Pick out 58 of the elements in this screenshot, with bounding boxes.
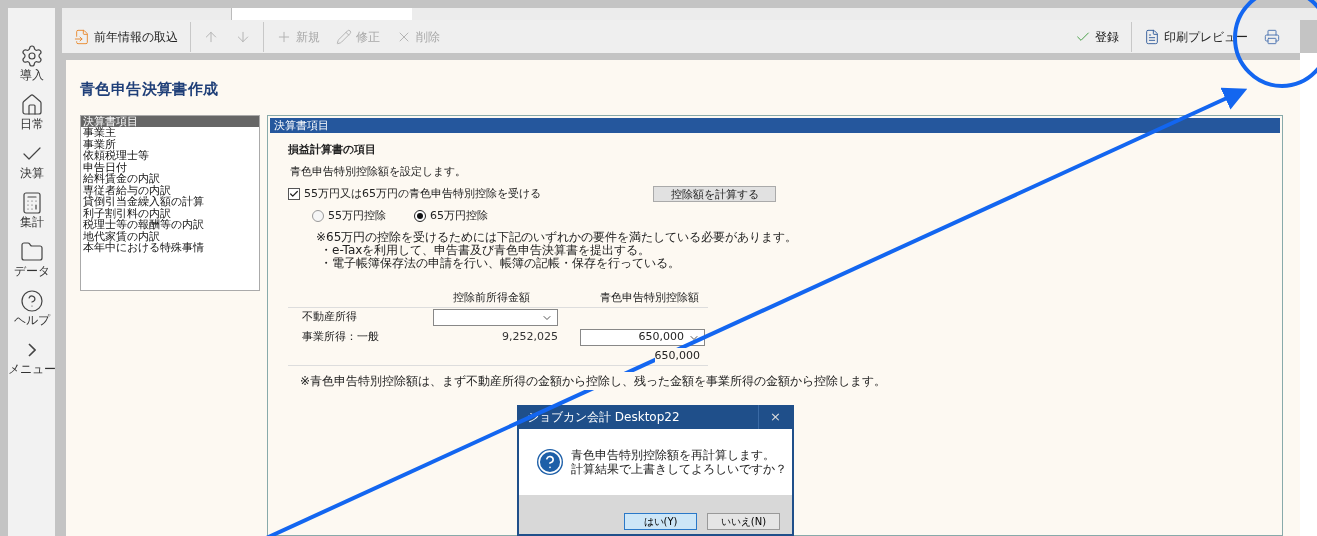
home-icon bbox=[19, 93, 44, 117]
list-item[interactable]: 利子割引料の内訳 bbox=[81, 207, 259, 219]
dialog-message: 計算結果で上書きしてよろしいですか？ bbox=[571, 462, 787, 476]
checkbox-icon bbox=[288, 187, 300, 200]
table-cell-text: 9,252,025 bbox=[501, 329, 558, 345]
note-text: ※65万円の控除を受けるためには下記のいずれかの要件を満たしている必要があります。 bbox=[316, 230, 799, 244]
radio-selected-icon bbox=[414, 210, 426, 223]
pencil-icon bbox=[336, 28, 352, 45]
folder-icon bbox=[19, 240, 44, 264]
row-label: 不動産所得 bbox=[301, 309, 358, 326]
list-item[interactable]: 決算書項目 bbox=[81, 115, 259, 127]
help-icon bbox=[19, 289, 44, 313]
list-item[interactable]: 依頼税理士等 bbox=[81, 150, 259, 162]
deduction-checkbox[interactable]: 55万円又は65万円の青色申告特別控除を受ける bbox=[288, 185, 653, 202]
dialog-message: 青色申告特別控除額を再計算します。 bbox=[571, 448, 776, 462]
sidebar-item[interactable]: メニュー bbox=[8, 338, 55, 384]
note-text: ・e-Taxを利用して、申告書及び青色申告決算書を提出する。 bbox=[320, 243, 651, 257]
list-item[interactable]: 事業主 bbox=[81, 127, 259, 139]
list-item[interactable]: 本年中における特殊事情 bbox=[81, 242, 259, 254]
chevron-right-icon bbox=[27, 343, 36, 357]
import-button[interactable]: 前年情報の取込 bbox=[66, 22, 186, 51]
dropdown-field[interactable]: 650,000 bbox=[580, 329, 705, 346]
sidebar-item[interactable]: 決算 bbox=[8, 142, 55, 188]
note-text: ・電子帳簿保存法の申請を行い、帳簿の記帳・保存を行っている。 bbox=[320, 256, 681, 270]
page-title: 青色申告決算書作成 bbox=[80, 79, 220, 100]
document-icon bbox=[1144, 28, 1160, 45]
list-item[interactable]: 貸倒引当金繰入額の計算 bbox=[81, 196, 259, 208]
list-item[interactable]: 地代家賃の内訳 bbox=[81, 230, 259, 242]
total-value: 650,000 bbox=[654, 347, 700, 365]
section-heading: 損益計算書の項目 bbox=[288, 141, 377, 158]
list-item[interactable]: 申告日付 bbox=[81, 161, 259, 173]
list-item[interactable]: 税理士等の報酬等の内訳 bbox=[81, 219, 259, 231]
sidebar-item[interactable]: データ bbox=[8, 240, 55, 286]
list-item[interactable]: 専従者給与の内訳 bbox=[81, 184, 259, 196]
sidebar-item[interactable]: 導入 bbox=[8, 44, 55, 90]
sidebar-item[interactable]: 集計 bbox=[8, 191, 55, 237]
sidebar-item[interactable]: 日常 bbox=[8, 93, 55, 139]
calculate-button[interactable]: 控除額を計算する bbox=[653, 185, 776, 202]
radio-icon bbox=[312, 210, 324, 223]
save-button[interactable]: 登録 bbox=[1067, 22, 1127, 51]
list-item[interactable]: 給料賃金の内訳 bbox=[81, 173, 259, 185]
question-icon bbox=[537, 449, 563, 475]
dropdown-field[interactable] bbox=[433, 309, 558, 326]
sidebar-item[interactable]: ヘルプ bbox=[8, 289, 55, 335]
radio-option[interactable]: 55万円控除 bbox=[312, 208, 386, 225]
list-item[interactable]: 事業所 bbox=[81, 138, 259, 150]
column-header: 控除前所得金額 bbox=[452, 289, 532, 306]
column-header: 青色申告特別控除額 bbox=[598, 289, 700, 306]
file-import-icon bbox=[74, 28, 90, 45]
printer-icon bbox=[1264, 28, 1280, 45]
window-tab[interactable] bbox=[232, 8, 412, 20]
panel-header: 決算書項目 bbox=[270, 117, 1280, 133]
dialog-button[interactable]: いいえ(N) bbox=[707, 513, 780, 530]
row-label: 事業所得：一般 bbox=[301, 329, 380, 346]
radio-option[interactable]: 65万円控除 bbox=[414, 208, 488, 225]
settings-icon bbox=[19, 44, 44, 68]
description-text: 青色申告特別控除額を設定します。 bbox=[290, 164, 467, 180]
dialog-button[interactable]: はい(Y) bbox=[624, 513, 697, 530]
